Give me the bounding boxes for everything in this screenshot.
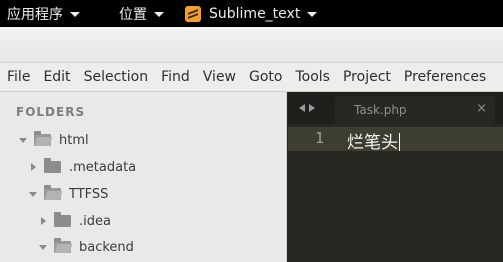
close-icon[interactable]: × [476, 101, 487, 116]
menu-goto[interactable]: Goto [249, 69, 282, 85]
code-line[interactable]: 烂笔头 [347, 128, 400, 153]
chevron-down-icon [154, 11, 164, 17]
active-app-menu[interactable]: Sublime_text [185, 0, 318, 27]
system-top-bar: 应用程序 位置 Sublime_text [0, 0, 503, 27]
menu-tools[interactable]: Tools [295, 69, 330, 85]
folder-open-icon [54, 238, 71, 253]
chevron-down-icon [307, 11, 318, 17]
menu-bar: File Edit Selection Find View Goto Tools… [0, 63, 503, 92]
menu-edit[interactable]: Edit [43, 69, 70, 85]
tree-item-metadata[interactable]: .metadata [28, 157, 136, 177]
applications-menu[interactable]: 应用程序 [7, 0, 80, 27]
tab-bar: Task.php × [288, 92, 503, 124]
tab-label: Task.php [354, 103, 407, 117]
chevron-down-icon [70, 11, 80, 17]
window-title-bar[interactable] [0, 27, 503, 63]
tree-item-label: backend [79, 239, 134, 255]
editor-pane[interactable]: 1 烂笔头 [288, 124, 503, 262]
tree-item-html[interactable]: html [18, 130, 89, 150]
sublime-text-icon [185, 5, 201, 22]
active-app-label: Sublime_text [209, 5, 301, 22]
menu-selection[interactable]: Selection [84, 69, 149, 85]
places-menu-label: 位置 [119, 6, 147, 23]
tree-item-label: .idea [79, 213, 111, 229]
disclosure-open-icon[interactable] [18, 135, 28, 145]
folder-icon [54, 212, 71, 227]
tree-item-idea[interactable]: .idea [38, 211, 111, 231]
tree-item-label: TTFSS [69, 186, 109, 202]
menu-find[interactable]: Find [161, 69, 190, 85]
applications-menu-label: 应用程序 [7, 6, 63, 23]
sidebar-header: FOLDERS [16, 105, 86, 119]
folder-open-icon [44, 185, 61, 200]
tab-task-php[interactable]: Task.php × [335, 96, 495, 124]
menu-project[interactable]: Project [343, 69, 391, 85]
disclosure-open-icon[interactable] [28, 189, 38, 199]
tree-item-ttfss[interactable]: TTFSS [28, 184, 108, 204]
menu-view[interactable]: View [203, 69, 236, 85]
arrow-left-icon[interactable] [299, 104, 305, 112]
tree-item-label: .metadata [69, 159, 137, 175]
text-caret [399, 133, 400, 151]
tree-item-label: html [59, 132, 89, 148]
menu-file[interactable]: File [7, 69, 30, 85]
folder-open-icon [34, 131, 51, 146]
tree-item-backend[interactable]: backend [38, 237, 134, 257]
places-menu[interactable]: 位置 [119, 0, 164, 27]
menu-preferences[interactable]: Preferences [404, 69, 486, 85]
arrow-right-icon[interactable] [309, 104, 315, 112]
disclosure-open-icon[interactable] [38, 242, 48, 252]
line-number: 1 [315, 129, 325, 147]
sidebar: FOLDERS html .metadata TTFSS .idea backe… [0, 92, 287, 262]
disclosure-closed-icon[interactable] [38, 216, 48, 226]
code-text: 烂笔头 [347, 133, 398, 153]
folder-icon [44, 158, 61, 173]
tab-navigation[interactable] [299, 92, 315, 124]
disclosure-closed-icon[interactable] [28, 162, 38, 172]
